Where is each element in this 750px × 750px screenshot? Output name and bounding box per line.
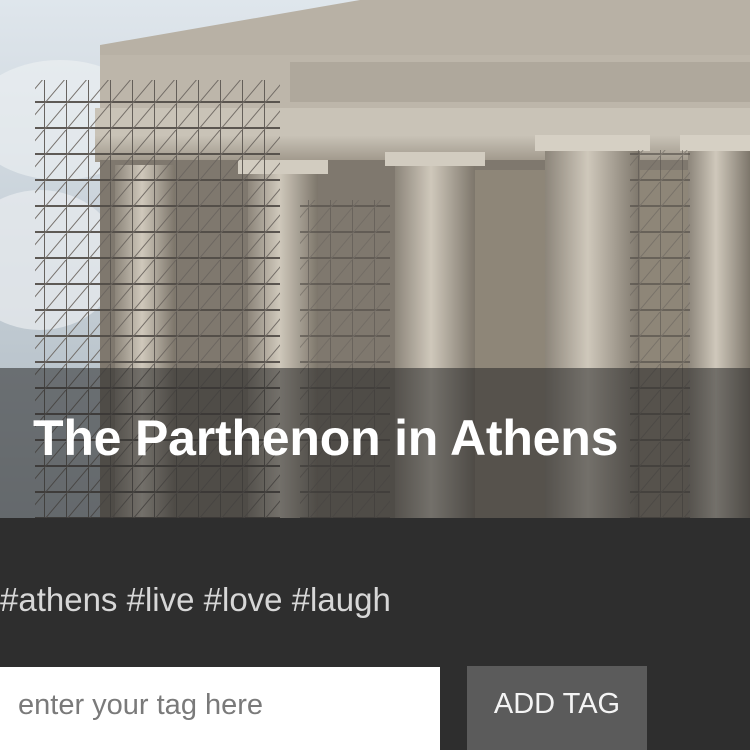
tag-list: #athens #live #love #laugh — [0, 581, 391, 618]
tag-input[interactable] — [0, 667, 440, 750]
add-tag-button[interactable]: ADD TAG — [467, 666, 647, 750]
page-title: The Parthenon in Athens — [33, 410, 619, 466]
